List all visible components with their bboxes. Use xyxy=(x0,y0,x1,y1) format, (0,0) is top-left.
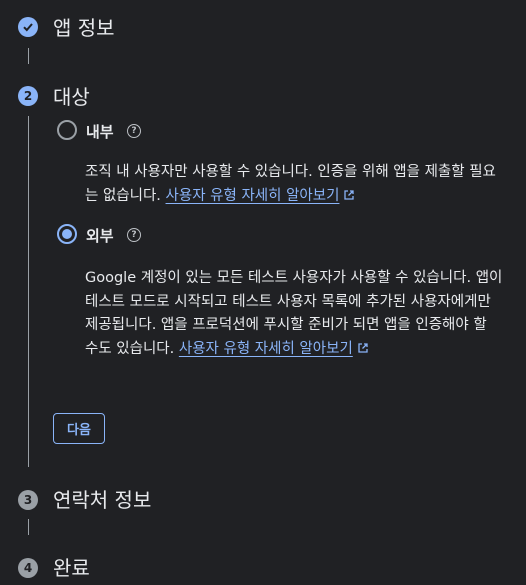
internal-help-icon[interactable]: ? xyxy=(127,123,141,138)
step-2-number: 2 xyxy=(18,86,38,106)
step-3-number: 3 xyxy=(18,490,38,510)
step-3-title[interactable]: 연락처 정보 xyxy=(53,484,151,513)
step-connector xyxy=(28,519,29,535)
external-learn-more-link[interactable]: 사용자 유형 자세히 알아보기 xyxy=(179,341,353,357)
internal-description: 조직 내 사용자만 사용할 수 있습니다. 인증을 위해 앱을 제출할 필요 는… xyxy=(85,164,496,204)
step-connector xyxy=(28,48,29,64)
internal-label[interactable]: 내부 xyxy=(86,121,114,142)
internal-radio[interactable] xyxy=(57,120,77,140)
open-in-new-icon xyxy=(344,189,355,200)
internal-learn-more-link[interactable]: 사용자 유형 자세히 알아보기 xyxy=(166,188,340,204)
step-1-check-icon xyxy=(18,17,38,37)
open-in-new-icon xyxy=(358,342,368,353)
external-label[interactable]: 외부 xyxy=(86,225,114,246)
step-4-title[interactable]: 완료 xyxy=(53,552,90,581)
step-4-number: 4 xyxy=(18,558,38,578)
external-description: Google 계정이 있는 모든 테스트 사용자가 사용할 수 있습니다. 앱이… xyxy=(85,270,503,357)
next-button[interactable]: 다음 xyxy=(53,413,105,444)
step-2-content-line xyxy=(28,116,29,467)
external-help-icon[interactable]: ? xyxy=(127,227,141,242)
step-1-title[interactable]: 앱 정보 xyxy=(53,12,115,41)
external-radio[interactable] xyxy=(57,224,77,244)
step-2-title: 대상 xyxy=(53,85,90,109)
